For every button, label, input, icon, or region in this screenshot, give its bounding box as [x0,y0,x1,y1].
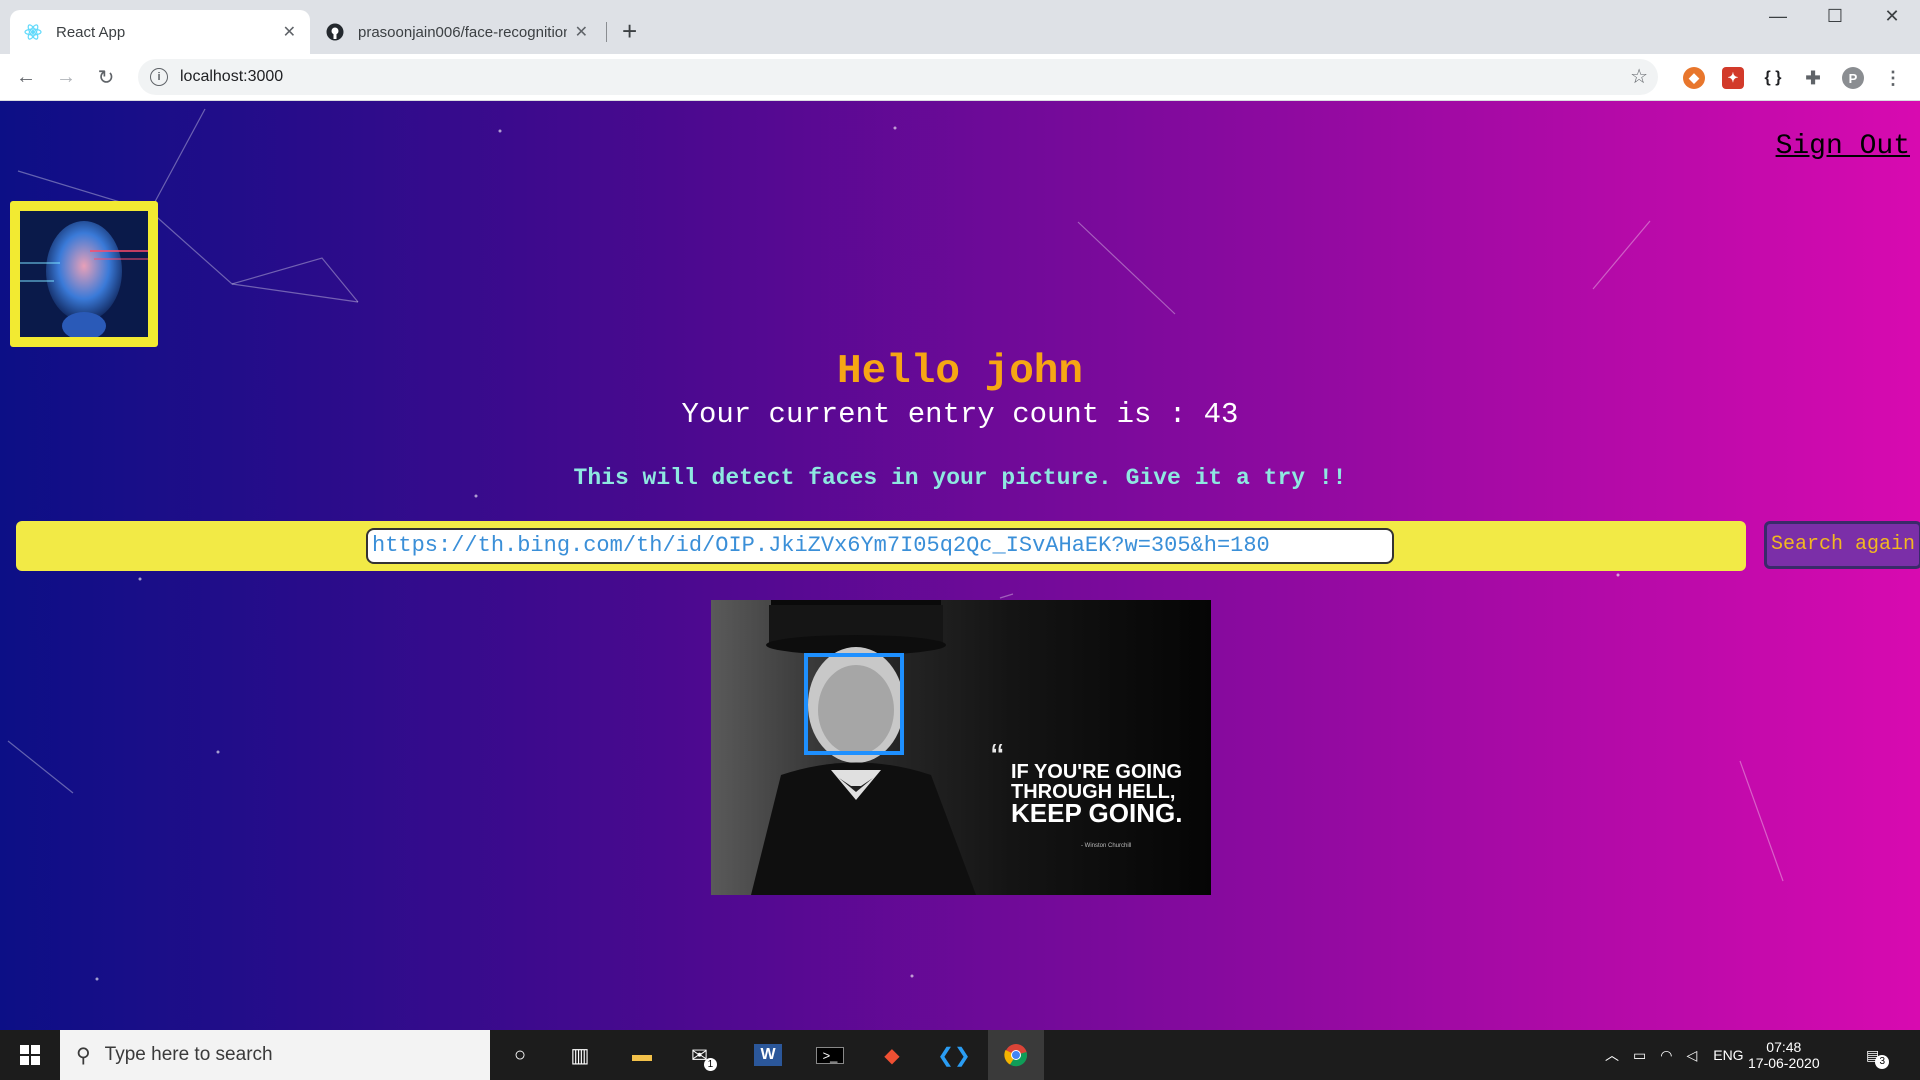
mail-badge: 1 [703,1057,717,1071]
vscode-icon[interactable]: ❮❯ [926,1030,982,1080]
quote-line-1: IF YOU'RE GOING [1011,761,1182,783]
greeting-heading: Hello john [836,349,1084,395]
menu-kebab-icon[interactable]: ⋮ [1882,67,1904,89]
terminal-icon[interactable]: >_ [802,1030,858,1080]
face-bounding-box [804,653,904,755]
search-again-button[interactable]: Search again [1764,521,1920,569]
clock-date: 17-06-2020 [1748,1055,1820,1071]
tab-close-icon[interactable]: ✕ [575,22,588,42]
clock[interactable]: 07:48 17-06-2020 [1748,1030,1820,1080]
file-explorer-icon[interactable]: ▬ [614,1030,670,1080]
puzzle-extensions-icon[interactable]: ✚ [1802,67,1824,89]
ai-face-icon [20,211,148,340]
cortana-icon[interactable]: ○ [492,1030,548,1080]
mail-icon[interactable]: ✉ 1 [676,1030,732,1080]
app-page: Sign Out Hello john Your current entry c… [0,101,1920,1030]
word-icon[interactable]: W [740,1030,796,1080]
portrait-photo: “ IF YOU'RE GOING THROUGH HELL, KEEP GOI… [751,600,1182,895]
clock-time: 07:48 [1766,1039,1802,1055]
battery-icon[interactable]: ▭ [1633,1047,1646,1064]
quote-attribution: - Winston Churchill [1081,843,1131,849]
detect-hint-text: This will detect faces in your picture. … [573,465,1347,491]
taskbar-search-box[interactable]: ⚲ Type here to search [60,1030,490,1080]
entry-count-text: Your current entry count is : 43 [681,398,1239,431]
forward-arrow-icon[interactable]: → [52,63,80,91]
reload-icon[interactable]: ↻ [92,63,120,91]
svg-text:“: “ [991,737,1004,779]
sign-out-link[interactable]: Sign Out [1776,131,1910,162]
notification-badge: 3 [1875,1055,1890,1069]
bookmark-star-icon[interactable]: ☆ [1630,64,1648,89]
address-bar[interactable]: i localhost:3000 ☆ [138,59,1658,95]
window-close-button[interactable]: ✕ [1872,6,1912,27]
tab-title: prasoonjain006/face-recognition [358,23,567,41]
detected-image: “ IF YOU'RE GOING THROUGH HELL, KEEP GOI… [711,600,1211,895]
info-icon[interactable]: i [150,68,168,86]
profile-avatar[interactable]: P [1842,67,1864,89]
wifi-icon[interactable]: ◠ [1660,1047,1672,1064]
volume-icon[interactable]: ◁ [1686,1047,1697,1064]
braces-extension-icon[interactable]: { } [1762,67,1784,89]
tab-divider [606,22,607,42]
tray-chevron-up-icon[interactable]: ︿ [1605,1045,1619,1065]
windows-start-icon[interactable] [2,1030,58,1080]
image-url-input[interactable]: https://th.bing.com/th/id/OIP.JkiZVx6Ym7… [366,528,1394,564]
address-url[interactable]: localhost:3000 [180,68,283,86]
quote-line-3: KEEP GOING. [1011,798,1182,828]
tab-title: React App [56,23,126,41]
tab-github[interactable]: prasoonjain006/face-recognition ✕ [312,10,602,54]
minimize-button[interactable]: — [1758,6,1798,27]
task-view-icon[interactable]: ▥ [552,1030,608,1080]
language-indicator[interactable]: ENG [1713,1047,1743,1063]
search-icon: ⚲ [76,1044,91,1067]
brain-face-logo [10,201,158,347]
react-icon [24,23,42,41]
browser-toolbar: ← → ↻ i localhost:3000 ☆ ◆ ✦ { } ✚ P ⋮ [0,54,1920,101]
browser-titlebar: React App ✕ prasoonjain006/face-recognit… [0,0,1920,54]
taskbar-search-placeholder[interactable]: Type here to search [105,1044,273,1066]
extension-red-icon[interactable]: ✦ [1722,67,1744,89]
windows-taskbar: ⚲ Type here to search ○ ▥ ▬ ✉ 1 W >_ ◆ ❮❯… [0,1030,1920,1080]
tab-react-app[interactable]: React App ✕ [10,10,310,54]
system-tray: ︿ ▭ ◠ ◁ ENG [1605,1030,1762,1080]
notifications-icon[interactable]: ▤ 3 [1866,1030,1890,1080]
tab-close-icon[interactable]: ✕ [283,22,296,42]
git-icon[interactable]: ◆ [864,1030,920,1080]
new-tab-button[interactable]: + [622,16,637,47]
github-icon [326,23,344,41]
back-arrow-icon[interactable]: ← [12,63,40,91]
chrome-icon[interactable] [988,1030,1044,1080]
maximize-button[interactable]: ☐ [1815,6,1855,27]
extension-orange-icon[interactable]: ◆ [1683,67,1705,89]
